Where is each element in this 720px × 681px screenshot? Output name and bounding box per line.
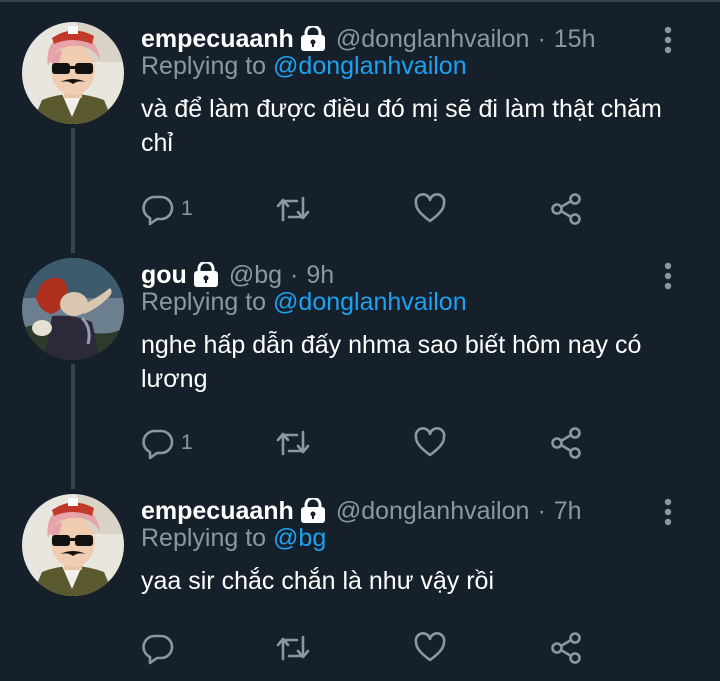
share-button[interactable] bbox=[549, 423, 583, 463]
user-handle[interactable]: @donglanhvailon bbox=[336, 497, 530, 526]
tweet-text: nghe hấp dẫn đấy nhma sao biết hôm nay c… bbox=[141, 331, 642, 393]
avatar[interactable] bbox=[22, 22, 124, 124]
separator-dot: · bbox=[290, 260, 299, 289]
timestamp[interactable]: 7h bbox=[554, 497, 582, 526]
avatar[interactable] bbox=[22, 258, 124, 360]
display-name[interactable]: empecuaanh bbox=[141, 497, 294, 526]
avatar[interactable] bbox=[22, 494, 124, 596]
retweet-button[interactable] bbox=[275, 189, 317, 229]
mention-link[interactable]: @donglanhvailon bbox=[273, 52, 467, 80]
reply-icon bbox=[141, 631, 175, 665]
timestamp[interactable]: 9h bbox=[306, 261, 334, 290]
replying-to: Replying to @donglanhvailon bbox=[141, 52, 467, 81]
tweet-text: yaa sir chắc chắn là như vậy rồi bbox=[141, 567, 495, 595]
more-vertical-icon[interactable] bbox=[664, 26, 672, 54]
tweet-actions bbox=[141, 628, 611, 668]
more-vertical-icon[interactable] bbox=[664, 498, 672, 526]
reply-count: 1 bbox=[181, 431, 193, 454]
heart-icon bbox=[413, 631, 447, 665]
reply-icon bbox=[141, 426, 175, 460]
share-icon bbox=[549, 631, 583, 665]
reply-icon bbox=[141, 192, 175, 226]
tweet-text: và để làm được điều đó mị sẽ đi làm thật… bbox=[141, 95, 662, 157]
tweet[interactable]: empecuaanh @donglanhvailon · 7h Replying… bbox=[0, 494, 720, 681]
lock-icon bbox=[300, 496, 326, 524]
user-handle[interactable]: @donglanhvailon bbox=[336, 25, 530, 54]
like-button[interactable] bbox=[413, 189, 453, 229]
separator-dot: · bbox=[537, 24, 546, 53]
like-button[interactable] bbox=[413, 423, 453, 463]
tweet-header: gou @bg · 9h bbox=[141, 258, 334, 292]
retweet-button[interactable] bbox=[275, 423, 317, 463]
replying-to-label: Replying to bbox=[141, 288, 267, 316]
retweet-icon bbox=[275, 426, 311, 460]
tweet-actions: 1 bbox=[141, 423, 611, 463]
share-icon bbox=[549, 426, 583, 460]
timestamp[interactable]: 15h bbox=[554, 25, 596, 54]
reply-button[interactable]: 1 bbox=[141, 423, 193, 463]
divider bbox=[0, 0, 720, 2]
reply-button[interactable]: 1 bbox=[141, 189, 193, 229]
reply-count: 1 bbox=[181, 197, 193, 220]
heart-icon bbox=[413, 192, 447, 226]
tweet-header: empecuaanh @donglanhvailon · 7h bbox=[141, 494, 582, 528]
display-name[interactable]: empecuaanh bbox=[141, 25, 294, 54]
lock-icon bbox=[300, 24, 326, 52]
retweet-icon bbox=[275, 631, 311, 665]
tweet-header: empecuaanh @donglanhvailon · 15h bbox=[141, 22, 595, 56]
tweet[interactable]: gou @bg · 9h Replying to @donglanhvailon… bbox=[0, 258, 720, 468]
replying-to-label: Replying to bbox=[141, 524, 267, 552]
replying-to: Replying to @bg bbox=[141, 524, 326, 553]
user-handle[interactable]: @bg bbox=[229, 261, 282, 290]
share-button[interactable] bbox=[549, 189, 583, 229]
more-vertical-icon[interactable] bbox=[664, 262, 672, 290]
heart-icon bbox=[413, 426, 447, 460]
mention-link[interactable]: @donglanhvailon bbox=[273, 288, 467, 316]
lock-icon bbox=[193, 260, 219, 288]
like-button[interactable] bbox=[413, 628, 453, 668]
mention-link[interactable]: @bg bbox=[273, 524, 326, 552]
share-icon bbox=[549, 192, 583, 226]
conversation-thread: empecuaanh @donglanhvailon · 15h Replyin… bbox=[0, 0, 720, 681]
tweet-actions: 1 bbox=[141, 189, 611, 229]
share-button[interactable] bbox=[549, 628, 583, 668]
separator-dot: · bbox=[537, 496, 546, 525]
reply-button[interactable] bbox=[141, 628, 181, 668]
retweet-button[interactable] bbox=[275, 628, 317, 668]
tweet[interactable]: empecuaanh @donglanhvailon · 15h Replyin… bbox=[0, 22, 720, 232]
replying-to: Replying to @donglanhvailon bbox=[141, 288, 467, 317]
display-name[interactable]: gou bbox=[141, 261, 187, 290]
retweet-icon bbox=[275, 192, 311, 226]
replying-to-label: Replying to bbox=[141, 52, 267, 80]
